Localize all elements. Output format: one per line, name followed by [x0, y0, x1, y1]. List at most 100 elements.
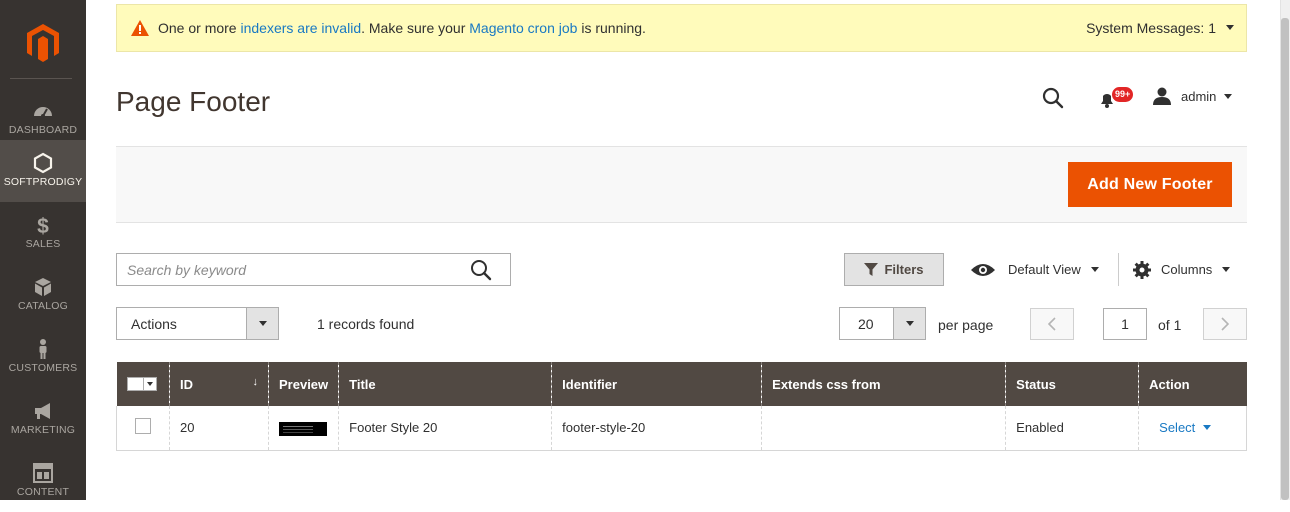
system-message-text: One or more indexers are invalid. Make s…: [158, 20, 646, 36]
select-label: Select: [1159, 420, 1196, 436]
preview-thumbnail[interactable]: [279, 421, 327, 436]
row-action-select[interactable]: Select: [1159, 420, 1212, 436]
filters-label: Filters: [884, 262, 924, 277]
sidebar-item-catalog[interactable]: CATALOG: [0, 264, 86, 326]
sidebar-label: SALES: [25, 238, 61, 250]
chevron-right-icon: [1221, 317, 1230, 331]
chevron-down-icon: [146, 382, 153, 386]
scrollbar[interactable]: [1280, 0, 1290, 500]
header-label: Extends css from: [772, 376, 881, 392]
indexers-link[interactable]: indexers are invalid: [240, 20, 361, 36]
scrollbar-thumb[interactable]: [1281, 18, 1289, 500]
per-page-label: per page: [938, 317, 994, 333]
sort-arrow-icon: ↓: [252, 376, 259, 388]
row-checkbox[interactable]: [135, 418, 151, 435]
per-page-value: 20: [858, 315, 874, 332]
cell-action: Select: [1138, 406, 1247, 451]
logo-divider: [10, 78, 72, 79]
message-text-part: One or more: [158, 20, 241, 36]
total-pages-label: of 1: [1158, 317, 1182, 333]
grid-header-row: ID ↓ Preview Title Identifier Extends cs…: [116, 362, 1247, 406]
header-label: Status: [1016, 376, 1056, 392]
mass-select-checkbox[interactable]: [128, 378, 143, 390]
column-header-preview[interactable]: Preview: [267, 362, 339, 406]
add-new-footer-button[interactable]: Add New Footer: [1068, 162, 1232, 207]
mass-actions-label: Actions: [131, 315, 177, 332]
sidebar-label: MARKETING: [10, 424, 76, 436]
dropdown-arrow: [246, 308, 278, 339]
mass-select-arrow[interactable]: [142, 378, 156, 390]
cell-preview: [267, 406, 339, 451]
sidebar-label: CATALOG: [17, 300, 69, 312]
dropdown-arrow: [893, 308, 925, 339]
cell-id: 20: [169, 406, 269, 451]
chevron-down-icon: [258, 321, 267, 326]
box-icon: [35, 278, 51, 296]
message-text-part: . Make sure your: [361, 20, 470, 36]
per-page-select[interactable]: 20: [839, 307, 926, 340]
search-icon[interactable]: [1041, 86, 1065, 110]
sidebar-item-sales[interactable]: $ SALES: [0, 202, 86, 264]
chevron-down-icon: [1203, 425, 1212, 431]
sidebar-label: SOFTPRODIGY: [3, 176, 83, 188]
sidebar-label: DASHBOARD: [8, 124, 78, 136]
previous-page-button[interactable]: [1030, 308, 1074, 340]
chevron-down-icon: [905, 321, 914, 326]
megaphone-icon: [35, 403, 50, 419]
header-label: ID: [180, 376, 193, 392]
column-header-id[interactable]: ID ↓: [169, 362, 269, 406]
sidebar-label: CONTENT: [16, 486, 70, 498]
sidebar-item-customers[interactable]: CUSTOMERS: [0, 326, 86, 388]
mass-actions-dropdown[interactable]: Actions: [116, 307, 279, 340]
person-icon: [39, 339, 47, 359]
column-header-action: Action: [1138, 362, 1247, 406]
eye-icon: [971, 263, 995, 276]
column-header-extends[interactable]: Extends css from: [761, 362, 1006, 406]
hexagon-icon: [33, 152, 53, 174]
row-select-cell: [116, 406, 170, 451]
system-messages-count[interactable]: System Messages: 1: [1086, 20, 1216, 36]
message-text-part: is running.: [577, 20, 646, 36]
sidebar-item-content[interactable]: CONTENT: [0, 450, 86, 512]
next-page-button[interactable]: [1203, 308, 1247, 340]
columns-dropdown[interactable]: Columns: [1132, 253, 1231, 286]
chevron-down-icon: [1222, 267, 1231, 272]
page-title: Page Footer: [116, 86, 271, 117]
header-label: Preview: [279, 376, 329, 392]
cell-status: Enabled: [1005, 406, 1139, 451]
search-icon[interactable]: [470, 259, 492, 281]
cell-title: Footer Style 20: [338, 406, 552, 451]
header-label: Action: [1149, 376, 1190, 392]
default-view-dropdown[interactable]: Default View: [970, 253, 1099, 286]
sidebar-item-marketing[interactable]: MARKETING: [0, 388, 86, 450]
sidebar-label: CUSTOMERS: [8, 362, 78, 374]
table-row: 20 Footer Style 20 footer-style-20 Enabl…: [116, 406, 1247, 451]
column-header-title[interactable]: Title: [338, 362, 552, 406]
current-page-input[interactable]: [1103, 308, 1147, 340]
search-input[interactable]: [117, 254, 457, 285]
column-header-status[interactable]: Status: [1005, 362, 1139, 406]
default-view-label: Default View: [1008, 262, 1081, 277]
cell-identifier: footer-style-20: [551, 406, 762, 451]
cron-job-link[interactable]: Magento cron job: [469, 20, 577, 36]
filters-button[interactable]: Filters: [844, 253, 944, 286]
chevron-down-icon: [1090, 267, 1099, 272]
sidebar-item-softprodigy[interactable]: SOFTPRODIGY: [0, 140, 86, 202]
system-message-bar: One or more indexers are invalid. Make s…: [116, 4, 1247, 52]
magento-logo-icon[interactable]: [23, 22, 63, 62]
keyword-search: [116, 253, 511, 286]
chevron-down-icon[interactable]: [1226, 25, 1234, 30]
mass-select-header: [116, 362, 170, 406]
gear-icon: [1133, 260, 1151, 279]
admin-user-menu[interactable]: admin: [1152, 86, 1233, 106]
chevron-down-icon: [1224, 93, 1233, 99]
toolbar-divider: [1118, 253, 1119, 286]
layout-icon: [33, 463, 53, 483]
notifications-badge[interactable]: 99+: [1111, 86, 1135, 103]
column-header-identifier[interactable]: Identifier: [551, 362, 762, 406]
dollar-icon: $: [37, 215, 49, 236]
footer-grid: ID ↓ Preview Title Identifier Extends cs…: [116, 362, 1247, 451]
admin-username: admin: [1181, 88, 1217, 104]
mass-select-dropdown[interactable]: [126, 377, 157, 391]
user-icon: [1153, 87, 1171, 105]
